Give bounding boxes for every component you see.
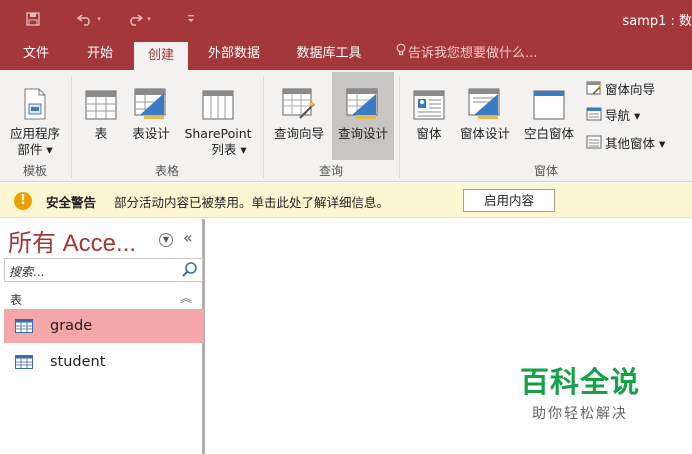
- watermark-title: 百科全说: [519, 365, 640, 399]
- table-icon: [85, 78, 117, 120]
- form-wizard-label: 窗体向导: [605, 81, 656, 97]
- table-icon: [15, 355, 33, 369]
- watermark: 百科全说 助你轻松解决: [493, 345, 667, 429]
- enable-content-button[interactable]: 启用内容: [463, 189, 555, 212]
- ribbon: 应用程序 部件 ▾ 表 表设计 SharePoint 列表 ▾ 查询向导 查询设…: [0, 70, 692, 182]
- application-parts-button[interactable]: 应用程序 部件 ▾: [2, 72, 68, 160]
- query-design-icon: [346, 78, 380, 120]
- more-forms-label: 其他窗体 ▾: [605, 135, 666, 151]
- group-label-forms: 窗体: [533, 164, 558, 178]
- query-wizard-button[interactable]: 查询向导: [268, 72, 330, 160]
- document-title: samp1 : 数: [622, 14, 692, 29]
- form-icon: [413, 78, 445, 120]
- nav-item-label: grade: [50, 318, 93, 334]
- form-design-label: 窗体设计: [459, 126, 510, 141]
- ribbon-tabs: 文件 开始 创建 外部数据 数据库工具 告诉我您想要做什么...: [0, 38, 692, 70]
- table-design-button[interactable]: 表设计: [126, 72, 176, 160]
- navigation-icon: [586, 107, 602, 121]
- tell-me-text: 告诉我您想要做什么...: [408, 46, 538, 61]
- form-wizard-icon: [586, 81, 602, 95]
- blank-form-button[interactable]: 空白窗体: [518, 72, 580, 160]
- form-design-icon: [468, 78, 502, 120]
- navigation-label: 导航 ▾: [605, 107, 641, 123]
- tab-external-data[interactable]: 外部数据: [198, 38, 270, 70]
- blank-form-label: 空白窗体: [523, 126, 574, 141]
- tab-database-tools[interactable]: 数据库工具: [286, 38, 372, 70]
- security-warning-message[interactable]: 部分活动内容已被禁用。单击此处了解详细信息。: [114, 192, 389, 211]
- query-wizard-icon: [282, 78, 316, 120]
- nav-search-input[interactable]: 搜索...: [4, 258, 203, 282]
- table-design-icon: [134, 78, 168, 120]
- security-warning-title: 安全警告: [46, 195, 97, 210]
- warning-icon: !: [14, 192, 32, 210]
- sharepoint-label-2: 列表 ▾: [211, 142, 247, 157]
- form-button[interactable]: 窗体: [406, 72, 452, 160]
- group-label-tables: 表格: [154, 164, 179, 178]
- form-design-button[interactable]: 窗体设计: [454, 72, 516, 160]
- tab-home[interactable]: 开始: [76, 38, 124, 70]
- application-parts-icon: [23, 78, 47, 120]
- chevron-up-icon[interactable]: ︽: [180, 289, 192, 306]
- search-icon[interactable]: [181, 261, 199, 282]
- nav-menu-dropdown-icon[interactable]: ▼: [159, 233, 173, 247]
- undo-dropdown-icon[interactable]: ▾: [94, 9, 104, 29]
- application-parts-label-2: 部件 ▾: [17, 142, 53, 157]
- query-design-label: 查询设计: [337, 126, 388, 141]
- nav-item-label: student: [50, 354, 106, 370]
- more-forms-button[interactable]: 其他窗体 ▾: [586, 132, 665, 152]
- navigation-pane: 所有 Acce... ▼ « 搜索... 表 ︽ grade student: [0, 219, 205, 454]
- undo-icon[interactable]: [74, 9, 96, 29]
- security-warning-bar[interactable]: ! 安全警告 部分活动内容已被禁用。单击此处了解详细信息。 启用内容: [0, 183, 692, 218]
- redo-icon[interactable]: [124, 9, 146, 29]
- table-label: 表: [94, 126, 108, 141]
- tell-me-box[interactable]: 告诉我您想要做什么...: [396, 38, 537, 70]
- form-label: 窗体: [416, 126, 442, 141]
- collapse-pane-icon[interactable]: «: [183, 228, 193, 247]
- search-placeholder: 搜索...: [9, 265, 45, 279]
- table-design-label: 表设计: [132, 126, 170, 141]
- application-parts-label-1: 应用程序: [9, 126, 60, 141]
- tab-file[interactable]: 文件: [12, 38, 60, 70]
- title-bar: ▾ ▾ samp1 : 数: [0, 0, 692, 38]
- watermark-subtitle: 助你轻松解决: [532, 406, 628, 422]
- customize-qat-icon[interactable]: [184, 9, 198, 29]
- save-icon[interactable]: [22, 9, 44, 29]
- table-button[interactable]: 表: [78, 72, 124, 160]
- nav-item-grade[interactable]: grade: [4, 309, 204, 343]
- more-forms-icon: [586, 135, 602, 149]
- query-design-button[interactable]: 查询设计: [332, 72, 394, 160]
- sharepoint-lists-button[interactable]: SharePoint 列表 ▾: [178, 72, 258, 160]
- group-label-queries: 查询: [318, 164, 343, 178]
- lightbulb-icon: [396, 38, 406, 70]
- redo-dropdown-icon[interactable]: ▾: [144, 9, 154, 29]
- tab-create[interactable]: 创建: [134, 42, 188, 70]
- form-wizard-button[interactable]: 窗体向导: [586, 78, 655, 98]
- tables-section-header[interactable]: 表: [10, 291, 22, 308]
- sharepoint-label-1: SharePoint: [184, 126, 252, 141]
- group-label-templates: 模板: [22, 164, 47, 178]
- nav-item-student[interactable]: student: [4, 345, 204, 379]
- navigation-button[interactable]: 导航 ▾: [586, 104, 640, 124]
- nav-pane-title[interactable]: 所有 Acce...: [8, 223, 136, 258]
- blank-form-icon: [533, 78, 565, 120]
- table-icon: [15, 319, 33, 333]
- query-wizard-label: 查询向导: [273, 126, 324, 141]
- sharepoint-lists-icon: [202, 78, 234, 120]
